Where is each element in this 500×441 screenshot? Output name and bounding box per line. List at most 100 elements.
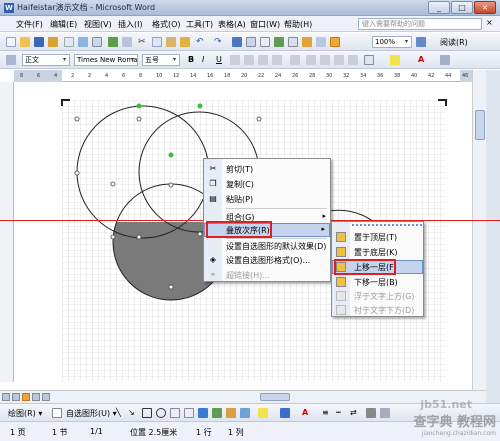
justify-icon[interactable] — [272, 55, 282, 65]
close-document-icon[interactable]: × — [486, 18, 493, 27]
picture-icon[interactable] — [240, 408, 250, 418]
rotate-handle[interactable] — [197, 103, 203, 109]
undo-icon[interactable]: ↶ — [196, 37, 206, 47]
menu-insert[interactable]: 插入(I) — [118, 19, 143, 30]
wordart-icon[interactable] — [198, 408, 208, 418]
menu-format[interactable]: 格式(O) — [152, 19, 181, 30]
autoshapes-button[interactable]: 自选图形(U) ▾ — [66, 408, 117, 419]
hyperlink-icon[interactable] — [232, 37, 242, 47]
toolbar-options-icon[interactable] — [440, 55, 450, 65]
diagram-icon[interactable] — [212, 408, 222, 418]
web-view-icon[interactable] — [12, 393, 20, 401]
font-color-icon[interactable]: A — [302, 408, 308, 417]
spelling-icon[interactable] — [108, 37, 118, 47]
menu-item-hyperlink[interactable]: ⚭ 超链接(H)... — [204, 268, 330, 282]
print-icon[interactable] — [78, 37, 88, 47]
line-tool-icon[interactable]: ╲ — [116, 408, 121, 417]
menu-item-paste[interactable]: ▤ 粘贴(P) — [204, 192, 330, 206]
print-view-icon[interactable] — [22, 393, 30, 401]
print-preview-icon[interactable] — [92, 37, 102, 47]
menu-item-format-shape[interactable]: ◈ 设置自选图形格式(O)... — [204, 253, 330, 267]
shadow-style-icon[interactable] — [366, 408, 376, 418]
line-spacing-icon[interactable] — [290, 55, 300, 65]
paste-icon[interactable] — [166, 37, 176, 47]
copy-icon[interactable] — [152, 37, 162, 47]
menu-item-in-front-of-text[interactable]: 浮于文字上方(G) — [332, 289, 423, 303]
decrease-indent-icon[interactable] — [334, 55, 344, 65]
save-icon[interactable] — [34, 37, 44, 47]
horizontal-scrollbar[interactable] — [0, 390, 486, 403]
document-map-icon[interactable] — [316, 37, 326, 47]
reading-view-icon[interactable] — [42, 393, 50, 401]
research-icon[interactable] — [122, 37, 132, 47]
tables-borders-icon[interactable] — [246, 37, 256, 47]
font-color-icon[interactable]: A — [418, 55, 424, 64]
open-folder-icon[interactable] — [20, 37, 30, 47]
hscroll-thumb[interactable] — [260, 393, 290, 401]
scroll-thumb[interactable] — [475, 110, 485, 140]
menu-item-set-default[interactable]: 设置自选图形的默认效果(D) — [204, 239, 330, 253]
styles-pane-icon[interactable] — [6, 55, 16, 65]
help-icon[interactable] — [416, 37, 426, 47]
oval-tool-icon[interactable] — [156, 408, 166, 418]
drawing-icon[interactable] — [302, 37, 312, 47]
submenu-drag-handle[interactable] — [352, 224, 422, 228]
bullets-icon[interactable] — [320, 55, 330, 65]
menu-window[interactable]: 窗口(W) — [250, 19, 280, 30]
menu-item-cut[interactable]: ✂ 剪切(T) — [204, 162, 330, 176]
insert-excel-icon[interactable] — [274, 37, 284, 47]
highlight-icon[interactable] — [390, 55, 400, 65]
rotate-handle[interactable] — [136, 103, 142, 109]
format-painter-icon[interactable] — [180, 37, 190, 47]
menu-item-bring-to-front[interactable]: 置于顶层(T) — [332, 230, 423, 244]
fill-color-icon[interactable] — [258, 408, 268, 418]
vertical-scrollbar[interactable] — [472, 70, 486, 390]
menu-tools[interactable]: 工具(T) — [186, 19, 213, 30]
new-document-icon[interactable] — [6, 37, 16, 47]
menu-item-behind-text[interactable]: 衬于文字下方(D) — [332, 303, 423, 317]
vertical-ruler[interactable] — [0, 82, 14, 382]
close-button[interactable]: × — [474, 1, 496, 14]
menu-item-send-backward[interactable]: 下移一层(B) — [332, 275, 423, 289]
numbering-icon[interactable] — [306, 55, 316, 65]
vertical-textbox-icon[interactable] — [184, 408, 194, 418]
menu-item-send-to-back[interactable]: 置于底层(K) — [332, 245, 423, 259]
help-search-input[interactable]: 键入需要帮助的问题 — [358, 18, 482, 30]
font-size-select[interactable]: 五号 ▾ — [142, 54, 180, 66]
align-center-icon[interactable] — [244, 55, 254, 65]
menu-item-copy[interactable]: ❐ 复制(C) — [204, 177, 330, 191]
permission-icon[interactable] — [48, 37, 58, 47]
horizontal-ruler[interactable]: 8 6 4 2 2 4 6 8 10 12 14 16 18 20 22 24 26 28 30 32 34 36 38 40… — [14, 70, 486, 82]
menu-table[interactable]: 表格(A) — [218, 19, 246, 30]
bold-button[interactable]: B — [188, 55, 194, 64]
select-objects-icon[interactable] — [52, 408, 62, 418]
cut-icon[interactable]: ✂ — [138, 37, 148, 47]
word-app-icon[interactable]: W — [4, 3, 14, 13]
email-icon[interactable] — [64, 37, 74, 47]
zoom-select[interactable]: 100% ▾ — [372, 36, 412, 48]
menu-file[interactable]: 文件(F) — [16, 19, 43, 30]
arrow-style-icon[interactable]: ⇄ — [350, 408, 357, 417]
outside-border-icon[interactable] — [364, 55, 374, 65]
rotate-handle[interactable] — [168, 152, 174, 158]
minimize-button[interactable]: _ — [428, 1, 450, 14]
textbox-icon[interactable] — [170, 408, 180, 418]
arrow-tool-icon[interactable]: ↘ — [128, 408, 135, 417]
dash-style-icon[interactable]: ┅ — [336, 408, 341, 417]
align-right-icon[interactable] — [258, 55, 268, 65]
italic-button[interactable]: I — [202, 55, 204, 64]
line-color-icon[interactable] — [280, 408, 290, 418]
reading-layout-button[interactable]: 阅读(R) — [440, 37, 468, 48]
rectangle-tool-icon[interactable] — [142, 408, 152, 418]
draw-menu-button[interactable]: 绘图(R) ▾ — [8, 408, 42, 419]
font-select[interactable]: Times New Roman ▾ — [74, 54, 138, 66]
columns-icon[interactable] — [288, 37, 298, 47]
normal-view-icon[interactable] — [2, 393, 10, 401]
3d-style-icon[interactable] — [380, 408, 390, 418]
menu-help[interactable]: 帮助(H) — [284, 19, 312, 30]
menu-edit[interactable]: 编辑(E) — [50, 19, 77, 30]
redo-icon[interactable]: ↷ — [214, 37, 224, 47]
line-style-icon[interactable]: ≡ — [322, 408, 329, 417]
outline-view-icon[interactable] — [32, 393, 40, 401]
clipart-icon[interactable] — [226, 408, 236, 418]
